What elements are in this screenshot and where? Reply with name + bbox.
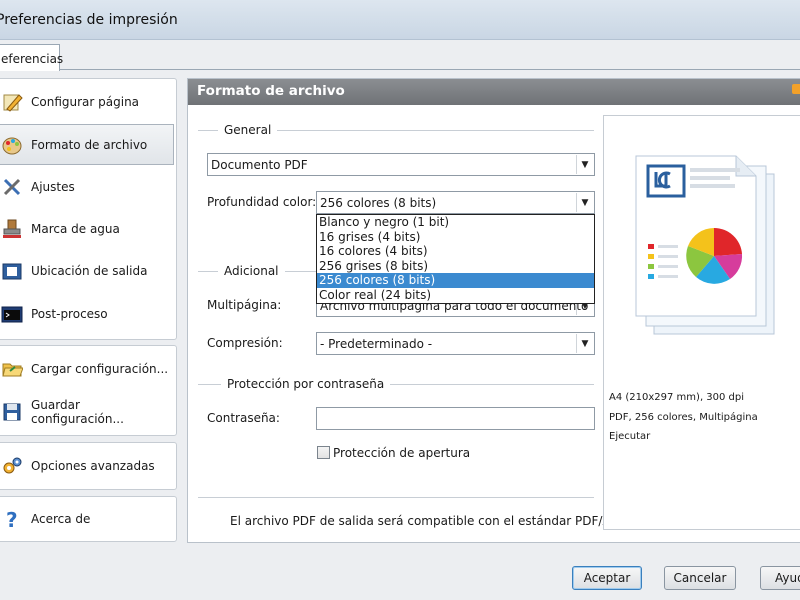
pencil-page-icon <box>1 91 23 113</box>
folder-output-icon <box>1 260 23 282</box>
file-format-select[interactable]: Documento PDF ▼ <box>207 153 595 176</box>
sidebar-item-label: Marca de agua <box>31 222 120 236</box>
panel-title: Formato de archivo <box>197 83 345 99</box>
compression-select[interactable]: - Predeterminado - ▼ <box>316 332 595 355</box>
sidebar-item-label: Post-proceso <box>31 307 108 321</box>
sidebar-item-advanced-options[interactable]: Opciones avanzadas <box>0 447 176 485</box>
color-depth-value: 256 colores (8 bits) <box>320 196 437 210</box>
sidebar-item-label: Opciones avanzadas <box>31 459 155 473</box>
floppy-icon <box>1 401 23 423</box>
palette-icon <box>1 134 23 156</box>
chevron-down-icon: ▼ <box>576 155 593 174</box>
sidebar-item-about[interactable]: ? Acerca de <box>0 500 176 538</box>
sidebar-item-label: Acerca de <box>31 512 91 526</box>
document-preview-icon <box>635 155 775 335</box>
color-depth-select[interactable]: 256 colores (8 bits) ▼ <box>316 191 595 214</box>
sidebar-item-load-config[interactable]: Cargar configuración... <box>0 350 176 388</box>
chevron-down-icon: ▼ <box>576 193 593 212</box>
color-depth-option[interactable]: 16 grises (4 bits) <box>317 230 594 245</box>
help-button[interactable]: Ayuda <box>760 566 800 590</box>
svg-text:?: ? <box>6 508 18 530</box>
password-input[interactable] <box>316 407 595 430</box>
color-depth-option[interactable]: Color real (24 bits) <box>317 288 594 303</box>
gears-icon <box>1 455 23 477</box>
color-depth-label: Profundidad color: <box>207 195 317 209</box>
file-format-value: Documento PDF <box>211 158 308 172</box>
sidebar-item-label: Ajustes <box>31 180 75 194</box>
sidebar-item-output-location[interactable]: Ubicación de salida <box>0 252 176 290</box>
color-depth-dropdown-list: Blanco y negro (1 bit) 16 grises (4 bits… <box>316 214 595 304</box>
accept-button[interactable]: Aceptar <box>572 566 642 590</box>
chevron-down-icon: ▼ <box>576 334 593 353</box>
sidebar-item-file-format[interactable]: Formato de archivo <box>0 124 174 165</box>
window-title: Preferencias de impresión <box>0 12 178 28</box>
stamp-icon <box>1 218 23 240</box>
color-depth-option[interactable]: Blanco y negro (1 bit) <box>317 215 594 230</box>
compression-label: Compresión: <box>207 336 283 350</box>
sidebar-item-label: Guardar configuración... <box>31 398 124 426</box>
question-icon: ? <box>1 508 23 530</box>
footer-divider <box>198 497 594 498</box>
preview-info-line2: PDF, 256 colores, Multipágina <box>609 412 758 423</box>
open-protection-checkbox[interactable] <box>317 446 330 459</box>
password-label: Contraseña: <box>207 411 280 425</box>
sidebar-group-about: ? Acerca de <box>0 496 177 542</box>
open-protection-label[interactable]: Protección de apertura <box>333 446 470 460</box>
sidebar-item-post-process[interactable]: Post-proceso <box>0 295 176 333</box>
compression-value: - Predeterminado - <box>320 337 433 351</box>
panel-header: Formato de archivo <box>188 79 800 105</box>
sidebar-group-advanced: Opciones avanzadas <box>0 442 177 490</box>
sidebar-item-label: Configurar página <box>31 95 140 109</box>
tools-icon <box>1 176 23 198</box>
tab-strip: eferencias <box>0 40 800 71</box>
additional-section-title: Adicional <box>218 264 285 278</box>
sidebar-item-save-config[interactable]: Guardar configuración... <box>0 393 176 431</box>
sidebar-item-page-setup[interactable]: Configurar página <box>0 83 176 121</box>
preview-info-line1: A4 (210x297 mm), 300 dpi <box>609 392 745 403</box>
header-icon <box>792 84 800 94</box>
color-depth-option[interactable]: 16 colores (4 bits) <box>317 244 594 259</box>
sidebar-item-label: Formato de archivo <box>31 137 148 152</box>
general-section-title: General <box>218 123 278 137</box>
multipage-label: Multipágina: <box>207 298 282 312</box>
sidebar-item-adjustments[interactable]: Ajustes <box>0 168 176 206</box>
pdfa-note: El archivo PDF de salida será compatible… <box>230 514 611 528</box>
preview-pane: A4 (210x297 mm), 300 dpi PDF, 256 colore… <box>603 115 800 530</box>
folder-open-icon <box>1 358 23 380</box>
password-section-title: Protección por contraseña <box>221 377 391 391</box>
color-depth-option[interactable]: 256 grises (8 bits) <box>317 259 594 274</box>
tab-preferences[interactable]: eferencias <box>0 44 63 71</box>
color-depth-option-selected[interactable]: 256 colores (8 bits) <box>317 273 594 288</box>
preview-info-line3: Ejecutar <box>609 431 651 442</box>
help-button-label: Ayuda <box>775 571 800 585</box>
sidebar-item-label: Ubicación de salida <box>31 264 148 278</box>
title-bar: Preferencias de impresión <box>0 0 800 40</box>
terminal-icon <box>1 303 23 325</box>
sidebar-group-settings: Configurar página Formato de archivo Aju… <box>0 78 177 340</box>
sidebar-item-watermark[interactable]: Marca de agua <box>0 210 176 248</box>
sidebar-group-config: Cargar configuración... Guardar configur… <box>0 345 177 436</box>
sidebar-item-label: Cargar configuración... <box>31 362 169 376</box>
cancel-button[interactable]: Cancelar <box>664 566 736 590</box>
